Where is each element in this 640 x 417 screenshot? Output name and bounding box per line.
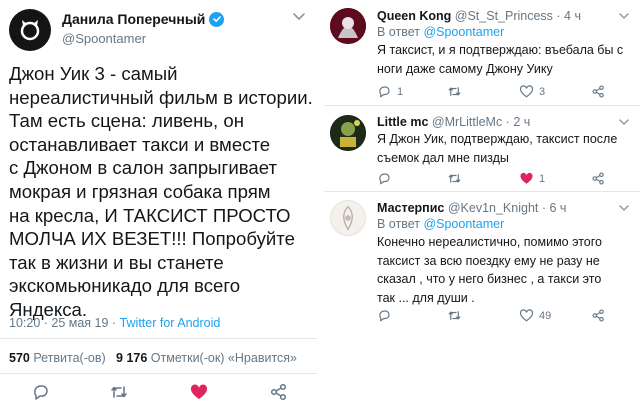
share-icon — [592, 85, 604, 98]
verified-badge-icon — [209, 11, 225, 27]
like-count: 1 — [539, 172, 546, 185]
tweet-timestamp: 10:20 · 25 мая 19 · — [9, 316, 120, 330]
retweet-icon — [448, 174, 461, 183]
reply-author-name[interactable]: Мастерпис — [377, 201, 444, 215]
tweet-client-link[interactable]: Twitter for Android — [120, 316, 221, 330]
avatar-image — [330, 115, 366, 151]
like-icon — [190, 384, 208, 399]
reply-header: Little mc @MrLittleMc · 2 ч — [377, 115, 530, 129]
like-icon — [519, 309, 534, 322]
reply-author-name[interactable]: Queen Kong — [377, 9, 451, 23]
like-button[interactable]: 1 — [519, 171, 545, 186]
author-name-text[interactable]: Данила Поперечный — [62, 11, 205, 27]
reply-handle-time[interactable]: @MrLittleMc · 2 ч — [428, 115, 530, 129]
author-name[interactable]: Данила Поперечный — [62, 11, 225, 27]
in-reply-handle[interactable]: @Spoontamer — [423, 25, 504, 39]
avatar-image — [330, 8, 366, 44]
likes-label[interactable]: Отметки(-ок) «Нравится» — [147, 351, 297, 365]
reply-icon — [379, 173, 390, 185]
retweet-icon — [111, 386, 127, 398]
reply-button[interactable]: 1 — [377, 84, 403, 99]
reply-icon — [379, 86, 390, 98]
divider — [0, 338, 317, 339]
chevron-down-icon[interactable] — [618, 118, 630, 126]
author-handle[interactable]: @Spoontamer — [62, 31, 146, 46]
like-button[interactable] — [188, 381, 210, 403]
reply-author-name[interactable]: Little mc — [377, 115, 428, 129]
reply-actions: 1 3 — [377, 84, 627, 100]
retweets-label[interactable]: Ретвита(-ов) — [30, 351, 105, 365]
share-button[interactable] — [591, 84, 606, 99]
reply-button[interactable] — [377, 171, 392, 186]
retweet-button[interactable] — [447, 308, 462, 323]
like-button[interactable]: 49 — [519, 308, 551, 323]
reply-text: Я таксист, и я подтверждаю: въебала бы с… — [377, 43, 624, 76]
like-button[interactable]: 3 — [519, 84, 545, 99]
reply-icon — [379, 310, 390, 322]
reply-button[interactable] — [30, 381, 52, 403]
reply-handle-time[interactable]: @Kev1n_Knight · 6 ч — [444, 201, 567, 215]
panel-gap — [317, 0, 324, 417]
reply-item[interactable]: Queen Kong @St_St_Princess · 4 ч В ответ… — [324, 0, 640, 106]
tweet-stats: 570 Ретвита(-ов) 9 176 Отметки(-ок) «Нра… — [9, 351, 297, 365]
divider — [0, 373, 317, 374]
reply-item[interactable]: Мастерпис @Kev1n_Knight · 6 ч В ответ @S… — [324, 192, 640, 332]
reply-actions: 49 — [377, 308, 627, 324]
in-reply-label: В ответ — [377, 25, 424, 39]
reply-item[interactable]: Little mc @MrLittleMc · 2 ч Я Джон Уик, … — [324, 106, 640, 192]
tweet-actions — [0, 381, 317, 411]
tweet-meta: 10:20 · 25 мая 19 · Twitter for Android — [9, 316, 220, 330]
reply-text: Я Джон Уик, подтверждаю, таксист после с… — [377, 132, 618, 165]
share-button[interactable] — [591, 171, 606, 186]
chevron-down-icon[interactable] — [292, 12, 306, 22]
tweet-text: Джон Уик 3 - самый нереалистичный фильм … — [9, 63, 313, 320]
like-count: 3 — [539, 85, 546, 98]
retweet-icon — [448, 87, 461, 96]
avatar-image — [331, 201, 365, 235]
share-icon — [592, 309, 604, 322]
reply-header: Queen Kong @St_St_Princess · 4 ч — [377, 9, 581, 23]
reply-button[interactable] — [377, 308, 392, 323]
in-reply-to: В ответ @Spoontamer — [377, 217, 504, 231]
retweet-icon — [448, 311, 461, 320]
chevron-down-icon[interactable] — [618, 12, 630, 20]
reply-actions: 1 — [377, 171, 627, 187]
share-icon — [592, 172, 604, 185]
avatar[interactable] — [330, 200, 366, 236]
in-reply-label: В ответ — [377, 217, 424, 231]
like-icon — [520, 172, 533, 184]
replies-panel: Queen Kong @St_St_Princess · 4 ч В ответ… — [324, 0, 640, 417]
retweet-button[interactable] — [447, 84, 462, 99]
main-tweet: Данила Поперечный @Spoontamer Джон Уик 3… — [0, 0, 317, 417]
retweet-button[interactable] — [108, 381, 130, 403]
share-button[interactable] — [268, 381, 290, 403]
reply-text: Конечно нереалистично, помимо этого такс… — [377, 235, 602, 305]
share-button[interactable] — [591, 308, 606, 323]
avatar[interactable] — [330, 115, 366, 151]
retweet-button[interactable] — [447, 171, 462, 186]
reply-handle-time[interactable]: @St_St_Princess · 4 ч — [451, 9, 581, 23]
chevron-down-icon[interactable] — [618, 204, 630, 212]
author-avatar[interactable] — [9, 9, 51, 51]
in-reply-to: В ответ @Spoontamer — [377, 25, 504, 39]
like-count: 49 — [539, 309, 552, 322]
likes-count[interactable]: 9 176 — [116, 351, 147, 365]
avatar[interactable] — [330, 8, 366, 44]
like-icon — [519, 85, 534, 98]
reply-count: 1 — [397, 85, 404, 98]
retweets-count[interactable]: 570 — [9, 351, 30, 365]
reply-header: Мастерпис @Kev1n_Knight · 6 ч — [377, 201, 566, 215]
reply-icon — [34, 385, 48, 400]
in-reply-handle[interactable]: @Spoontamer — [423, 217, 504, 231]
cat-logo-icon — [20, 20, 40, 41]
share-icon — [270, 383, 287, 401]
